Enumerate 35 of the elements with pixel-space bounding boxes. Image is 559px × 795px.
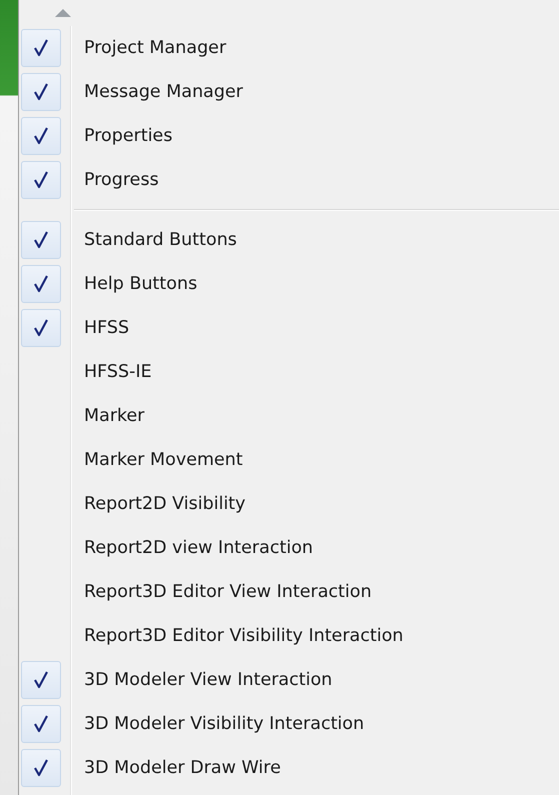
menu-item[interactable]: 3D Modeler Visibility Interaction <box>19 702 559 746</box>
menu-item-label: Marker <box>84 406 144 426</box>
menu-item-label: Standard Buttons <box>84 230 237 250</box>
menu-item[interactable]: Report3D Editor View Interaction <box>19 570 559 614</box>
menu-item[interactable]: HFSS-IE <box>19 350 559 394</box>
menu-item[interactable]: Marker <box>19 394 559 438</box>
scroll-up-icon[interactable] <box>55 9 71 17</box>
menu-item[interactable]: HFSS <box>19 306 559 350</box>
menu-item-label: HFSS <box>84 318 130 338</box>
menu-item[interactable]: Help Buttons <box>19 262 559 306</box>
menu-item-label: Project Manager <box>84 38 226 58</box>
menu-item[interactable]: Project Manager <box>19 26 559 70</box>
menu-item[interactable]: Progress <box>19 158 559 202</box>
menu-item[interactable]: Report2D Visibility <box>19 482 559 526</box>
menu-item[interactable]: Properties <box>19 114 559 158</box>
menu-item-label: Report2D Visibility <box>84 494 246 514</box>
menu-item[interactable]: Marker Movement <box>19 438 559 482</box>
menu-item[interactable]: 3D Modeler View Interaction <box>19 658 559 702</box>
menu-item-label: Report2D view Interaction <box>84 538 313 558</box>
menu-item[interactable]: Report2D view Interaction <box>19 526 559 570</box>
menu-item-label: Message Manager <box>84 82 243 102</box>
menu-item-label: 3D Modeler Draw Wire <box>84 758 281 778</box>
menu-item-label: Report3D Editor Visibility Interaction <box>84 626 404 646</box>
menu-item-label: 3D Modeler Visibility Interaction <box>84 714 364 734</box>
menu-item[interactable]: 3D Modeler Draw Wire <box>19 746 559 790</box>
menu-item-label: Marker Movement <box>84 450 243 470</box>
menu-item-label: HFSS-IE <box>84 362 152 382</box>
menu-item-label: 3D Modeler View Interaction <box>84 670 332 690</box>
menu-item[interactable]: Standard Buttons <box>19 218 559 262</box>
menu-item[interactable]: Report3D Editor Visibility Interaction <box>19 614 559 658</box>
menu-item[interactable]: Message Manager <box>19 70 559 114</box>
menu-item-label: Help Buttons <box>84 274 198 294</box>
menu-item-label: Properties <box>84 126 172 146</box>
menu-item-label: Progress <box>84 170 159 190</box>
menu-item-label: Report3D Editor View Interaction <box>84 582 372 602</box>
